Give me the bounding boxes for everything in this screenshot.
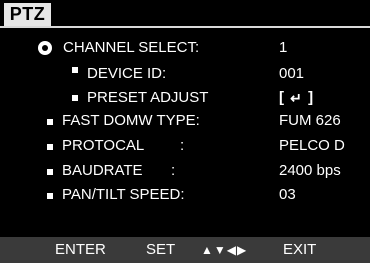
set-hint: SET <box>146 241 176 258</box>
ring-selector-icon <box>38 41 52 55</box>
square-bullet-icon <box>47 119 53 125</box>
pan-tilt-speed-label: PAN/TILT SPEED: <box>62 186 185 203</box>
square-bullet-icon <box>72 95 78 101</box>
exit-hint: EXIT <box>283 241 317 258</box>
ptz-osd-screen: PTZ CHANNEL SELECT: 1 DEVICE ID: 001 PRE… <box>0 0 370 263</box>
menu-row-pan-tilt-speed[interactable]: PAN/TILT SPEED: 03 <box>0 185 370 205</box>
square-bullet-icon <box>47 193 53 199</box>
bracket-close: ] <box>308 89 314 106</box>
protocol-label: PROTOCAL <box>62 137 145 154</box>
arrow-keys-icon: ▲▼◀▶ <box>201 243 248 257</box>
menu-row-baudrate[interactable]: BAUDRATE : 2400 bps <box>0 161 370 181</box>
baudrate-value: 2400 bps <box>279 162 341 179</box>
baudrate-label: BAUDRATE <box>62 162 143 179</box>
menu-row-preset-adjust[interactable]: PRESET ADJUST [ ↵ ] <box>0 88 370 108</box>
square-bullet-icon <box>47 144 53 150</box>
bracket-open: [ <box>279 89 284 106</box>
channel-select-value: 1 <box>279 39 288 56</box>
square-bullet-icon <box>72 67 78 73</box>
title-bar: PTZ <box>0 0 370 28</box>
preset-adjust-value: [ ↵ ] <box>279 88 313 108</box>
fast-dome-type-label: FAST DOMW TYPE: <box>62 112 200 129</box>
baudrate-colon: : <box>171 162 176 179</box>
enter-hint: ENTER <box>55 241 106 258</box>
menu-title: PTZ <box>4 3 51 26</box>
menu-row-protocol[interactable]: PROTOCAL : PELCO D <box>0 136 370 156</box>
enter-icon: ↵ <box>290 90 302 107</box>
device-id-label: DEVICE ID: <box>87 65 167 82</box>
menu-row-fast-dome-type[interactable]: FAST DOMW TYPE: FUM 626 <box>0 111 370 131</box>
device-id-value: 001 <box>279 65 305 82</box>
square-bullet-icon <box>47 169 53 175</box>
key-hint-bar: ENTER SET ▲▼◀▶ EXIT <box>0 237 370 263</box>
protocol-colon: : <box>180 137 185 154</box>
fast-dome-type-value: FUM 626 <box>279 112 341 129</box>
menu-row-channel-select[interactable]: CHANNEL SELECT: 1 <box>0 38 370 58</box>
pan-tilt-speed-value: 03 <box>279 186 296 203</box>
menu-row-device-id[interactable]: DEVICE ID: 001 <box>0 64 370 84</box>
preset-adjust-label: PRESET ADJUST <box>87 89 209 106</box>
channel-select-label: CHANNEL SELECT: <box>63 39 200 56</box>
protocol-value: PELCO D <box>279 137 345 154</box>
